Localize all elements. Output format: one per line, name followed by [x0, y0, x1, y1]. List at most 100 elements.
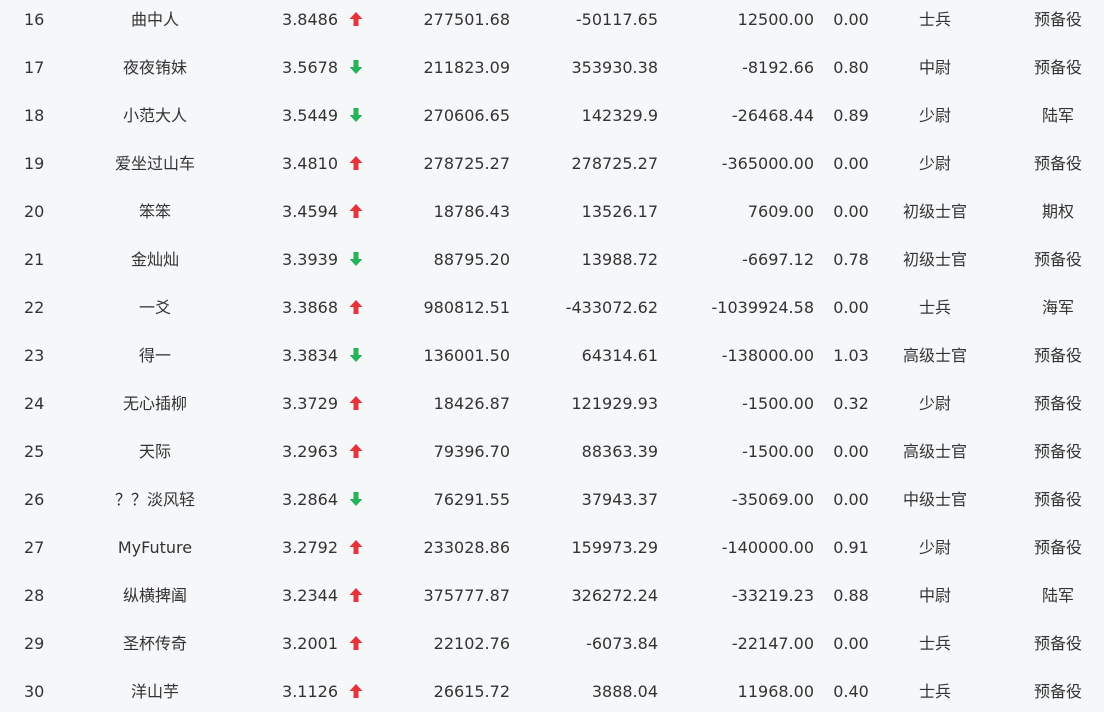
rank-cell: 21	[24, 250, 45, 269]
rank-title-cell: 士兵	[918, 634, 951, 653]
rank-cell: 18	[24, 106, 45, 125]
value3-cell: -35069.00	[731, 490, 814, 509]
value1-cell: 76291.55	[433, 490, 510, 509]
name-cell: 笨笨	[138, 202, 171, 221]
name-cell: 爱坐过山车	[114, 154, 195, 173]
name-cell: 洋山芋	[130, 682, 179, 701]
rank-title-cell: 高级士官	[902, 442, 967, 461]
table-row[interactable]: 18 小范大人 3.5449 270606.65 142329.9 -26468.44 0.…	[0, 96, 1104, 144]
name-cell: 金灿灿	[130, 250, 179, 269]
table-row[interactable]: 29 圣杯传奇 3.2001 22102.76 -6073.84 -22147.00 0.0…	[0, 624, 1104, 672]
value2-cell: 13526.17	[581, 202, 658, 221]
type-cell: 预备役	[1033, 442, 1082, 461]
value2-cell: 353930.38	[571, 58, 658, 77]
value1-cell: 22102.76	[433, 634, 510, 653]
value3-cell: 12500.00	[737, 10, 814, 29]
value2-cell: -433072.62	[565, 298, 658, 317]
trend-cell	[346, 576, 366, 624]
value3-cell: -140000.00	[721, 538, 814, 557]
value4-cell: 0.32	[833, 394, 869, 413]
rank-cell: 30	[24, 682, 45, 701]
score-cell: 3.2344	[282, 586, 338, 605]
score-cell: 3.3729	[282, 394, 338, 413]
table-row[interactable]: 25 天际 3.2963 79396.70 88363.39 -1500.00 0.00 高级…	[0, 432, 1104, 480]
value4-cell: 0.88	[833, 586, 869, 605]
value2-cell: 64314.61	[581, 346, 658, 365]
name-cell: 圣杯传奇	[122, 634, 187, 653]
name-cell: 得一	[138, 346, 171, 365]
table-row[interactable]: 16 曲中人 3.8486 277501.68 -50117.65 12500.00 0.0…	[0, 0, 1104, 48]
score-cell: 3.2792	[282, 538, 338, 557]
rank-cell: 26	[24, 490, 45, 509]
rank-cell: 29	[24, 634, 45, 653]
score-cell: 3.2864	[282, 490, 338, 509]
rank-title-cell: 初级士官	[902, 250, 967, 269]
name-cell: ？？淡风轻	[114, 490, 195, 509]
table-row[interactable]: 27 MyFuture 3.2792 233028.86 159973.29 -14000…	[0, 528, 1104, 576]
name-cell: 夜夜铕妹	[122, 58, 187, 77]
score-cell: 3.4594	[282, 202, 338, 221]
type-cell: 预备役	[1033, 58, 1082, 77]
trend-cell	[346, 144, 366, 192]
score-cell: 3.3868	[282, 298, 338, 317]
value1-cell: 18426.87	[433, 394, 510, 413]
value3-cell: 11968.00	[737, 682, 814, 701]
arrow-down-icon	[348, 347, 364, 363]
rank-title-cell: 士兵	[918, 682, 951, 701]
rank-cell: 28	[24, 586, 45, 605]
arrow-up-icon	[348, 11, 364, 27]
value3-cell: -1500.00	[742, 442, 814, 461]
table-row[interactable]: 26 ？？淡风轻 3.2864 76291.55 37943.37 -35069.00 0.…	[0, 480, 1104, 528]
value1-cell: 211823.09	[423, 58, 510, 77]
value2-cell: 88363.39	[581, 442, 658, 461]
value1-cell: 233028.86	[423, 538, 510, 557]
table-row[interactable]: 21 金灿灿 3.3939 88795.20 13988.72 -6697.12 0.78 初…	[0, 240, 1104, 288]
rank-title-cell: 初级士官	[902, 202, 967, 221]
value4-cell: 0.78	[833, 250, 869, 269]
type-cell: 预备役	[1033, 250, 1082, 269]
value4-cell: 0.00	[833, 298, 869, 317]
table-row[interactable]: 20 笨笨 3.4594 18786.43 13526.17 7609.00 0.00 初级士…	[0, 192, 1104, 240]
table-row[interactable]: 24 无心插柳 3.3729 18426.87 121929.93 -1500.00 0.3…	[0, 384, 1104, 432]
arrow-up-icon	[348, 635, 364, 651]
value1-cell: 980812.51	[423, 298, 510, 317]
type-cell: 陆军	[1041, 586, 1074, 605]
table-row[interactable]: 28 纵横捭阖 3.2344 375777.87 326272.24 -33219.23 0…	[0, 576, 1104, 624]
value2-cell: 278725.27	[571, 154, 658, 173]
trend-cell	[346, 672, 366, 712]
value3-cell: 7609.00	[747, 202, 814, 221]
score-cell: 3.5678	[282, 58, 338, 77]
value3-cell: -1039924.58	[711, 298, 814, 317]
rank-title-cell: 少尉	[918, 154, 951, 173]
table-row[interactable]: 19 爱坐过山车 3.4810 278725.27 278725.27 -365000.0…	[0, 144, 1104, 192]
rank-title-cell: 中尉	[918, 586, 951, 605]
arrow-up-icon	[348, 155, 364, 171]
trend-cell	[346, 384, 366, 432]
table-row[interactable]: 17 夜夜铕妹 3.5678 211823.09 353930.38 -8192.66 0.…	[0, 48, 1104, 96]
value4-cell: 1.03	[833, 346, 869, 365]
table-row[interactable]: 22 一爻 3.3868 980812.51 -433072.62 -1039924.58…	[0, 288, 1104, 336]
type-cell: 海军	[1041, 298, 1074, 317]
trend-cell	[346, 432, 366, 480]
value4-cell: 0.40	[833, 682, 869, 701]
rank-cell: 19	[24, 154, 45, 173]
arrow-up-icon	[348, 395, 364, 411]
table-row[interactable]: 30 洋山芋 3.1126 26615.72 3888.04 11968.00 0.40 士兵…	[0, 672, 1104, 712]
name-cell: MyFuture	[117, 538, 193, 557]
value1-cell: 277501.68	[423, 10, 510, 29]
rank-title-cell: 士兵	[918, 10, 951, 29]
trend-cell	[346, 240, 366, 288]
trend-cell	[346, 192, 366, 240]
arrow-down-icon	[348, 59, 364, 75]
type-cell: 预备役	[1033, 346, 1082, 365]
value2-cell: 13988.72	[581, 250, 658, 269]
value4-cell: 0.00	[833, 154, 869, 173]
value3-cell: -365000.00	[721, 154, 814, 173]
value1-cell: 136001.50	[423, 346, 510, 365]
trend-cell	[346, 48, 366, 96]
type-cell: 预备役	[1033, 538, 1082, 557]
value2-cell: 159973.29	[571, 538, 658, 557]
table-row[interactable]: 23 得一 3.3834 136001.50 64314.61 -138000.00 1.0…	[0, 336, 1104, 384]
rank-cell: 16	[24, 10, 45, 29]
value4-cell: 0.00	[833, 490, 869, 509]
